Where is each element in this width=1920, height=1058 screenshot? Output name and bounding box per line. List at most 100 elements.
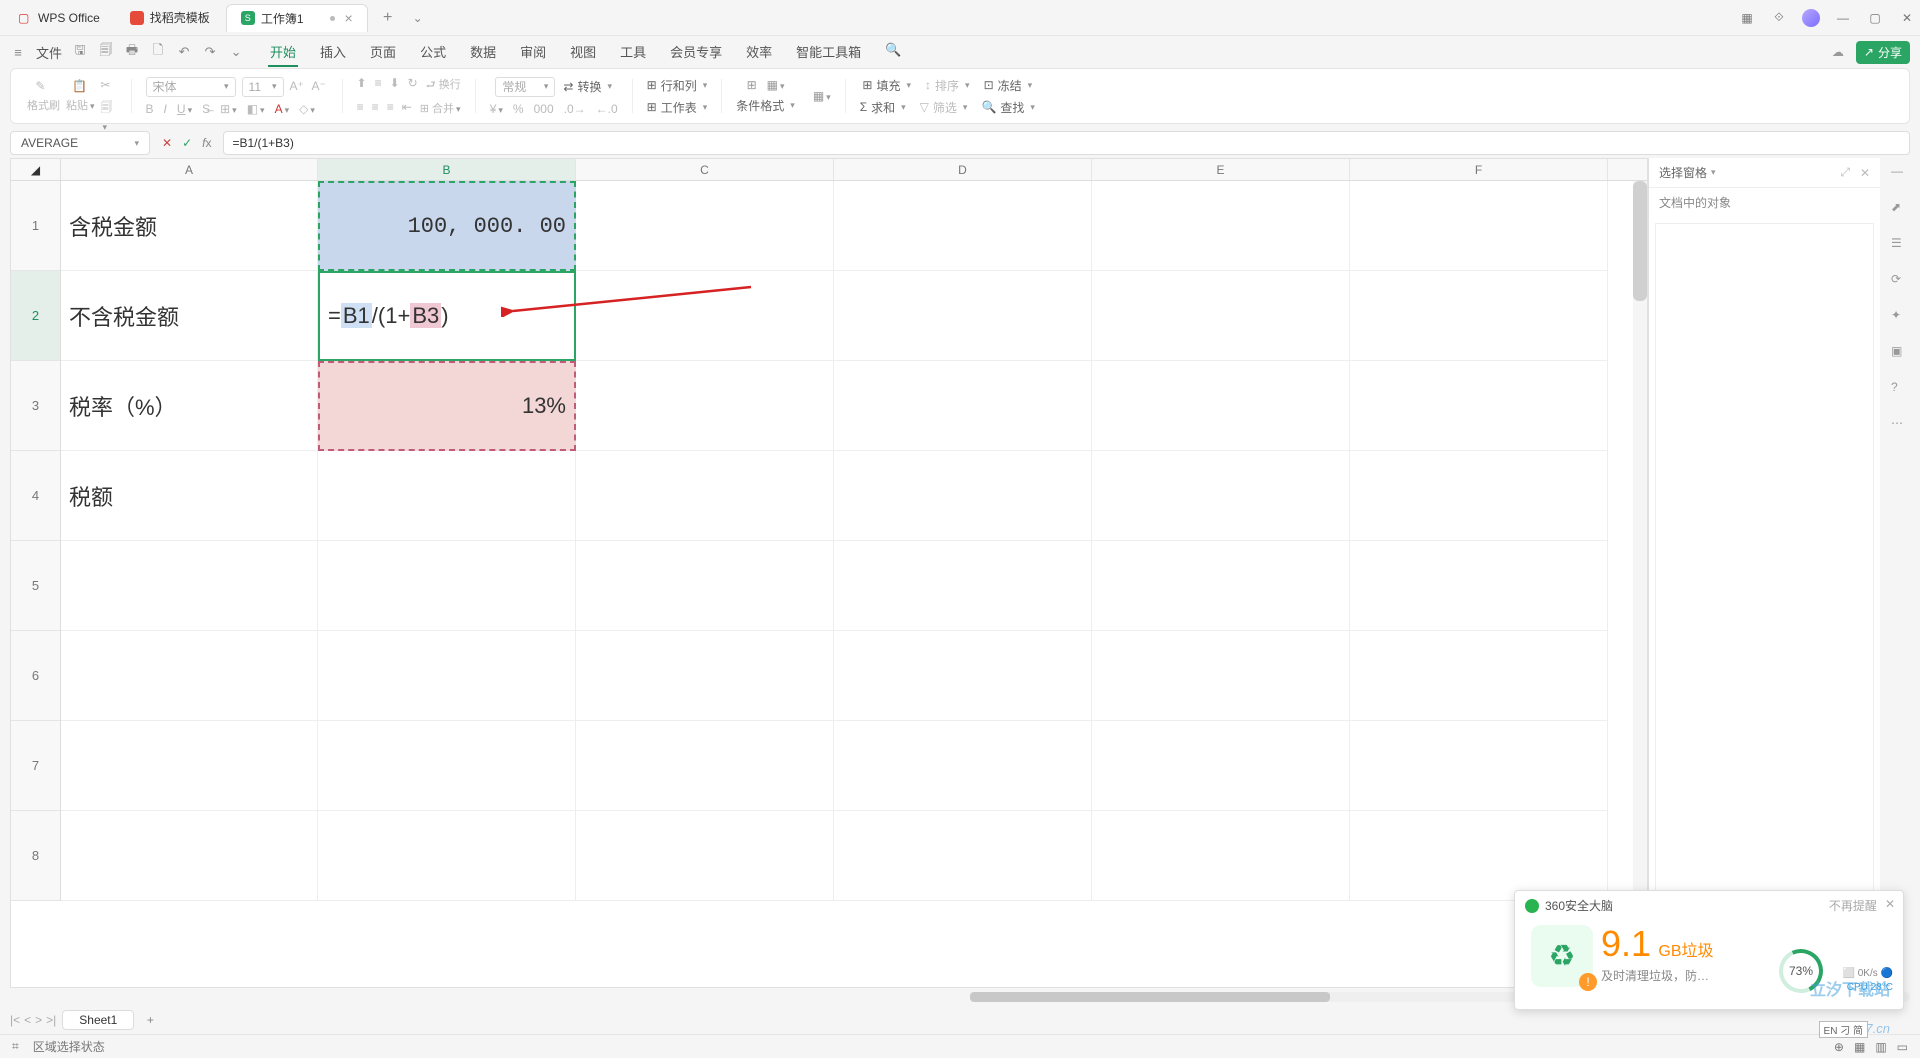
- dec-dec-icon[interactable]: ←.0: [596, 102, 618, 116]
- print-icon[interactable]: 🖶: [124, 44, 140, 60]
- percent-icon[interactable]: %: [513, 102, 524, 116]
- col-head-b[interactable]: B: [318, 159, 576, 180]
- cell-e2[interactable]: [1092, 271, 1350, 361]
- fill-color-icon[interactable]: ◧▾: [247, 102, 265, 116]
- tab-close-icon[interactable]: ×: [345, 10, 353, 26]
- cell-e4[interactable]: [1092, 451, 1350, 541]
- cond-format-button[interactable]: 条件格式▾: [736, 97, 795, 114]
- cell-e3[interactable]: [1092, 361, 1350, 451]
- row-head-1[interactable]: 1: [11, 181, 60, 271]
- filter-button[interactable]: ▽ 筛选▾: [920, 99, 968, 116]
- menu-view[interactable]: 视图: [568, 38, 598, 67]
- currency-icon[interactable]: ¥▾: [490, 102, 503, 116]
- cell-a6[interactable]: [61, 631, 318, 721]
- cell-b3[interactable]: 13%: [318, 361, 576, 451]
- row-head-3[interactable]: 3: [11, 361, 60, 451]
- underline-icon[interactable]: U▾: [177, 102, 192, 116]
- row-head-6[interactable]: 6: [11, 631, 60, 721]
- menu-search-icon[interactable]: 🔍: [883, 38, 903, 67]
- hscroll-thumb[interactable]: [970, 992, 1330, 1002]
- file-menu[interactable]: 文件: [36, 43, 62, 62]
- menu-formula[interactable]: 公式: [418, 38, 448, 67]
- template-tab[interactable]: 找稻壳模板: [116, 4, 224, 32]
- italic-icon[interactable]: I: [164, 102, 167, 116]
- align-center-icon[interactable]: ≡: [372, 100, 379, 116]
- table-style-icon[interactable]: ⊞: [747, 78, 757, 92]
- align-right-icon[interactable]: ≡: [387, 100, 394, 116]
- clear-format-icon[interactable]: ◇▾: [299, 102, 315, 116]
- cell-d4[interactable]: [834, 451, 1092, 541]
- menu-start[interactable]: 开始: [268, 38, 298, 67]
- cell-c7[interactable]: [576, 721, 834, 811]
- cell-a2[interactable]: 不含税金额: [61, 271, 318, 361]
- cell-c6[interactable]: [576, 631, 834, 721]
- cell-style-icon[interactable]: ▦▾: [767, 78, 785, 92]
- save-as-icon[interactable]: 🗐: [98, 44, 114, 60]
- view-page-icon[interactable]: ▥: [1875, 1040, 1886, 1054]
- menu-icon[interactable]: ≡: [10, 44, 26, 60]
- row-head-5[interactable]: 5: [11, 541, 60, 631]
- close-pane-icon[interactable]: ✕: [1860, 166, 1870, 180]
- rowcol-button[interactable]: ⊞ 行和列▾: [647, 77, 708, 94]
- undo-icon[interactable]: ↶: [176, 44, 192, 60]
- select-all-corner[interactable]: ◢: [11, 159, 61, 180]
- cell-f8[interactable]: [1350, 811, 1608, 901]
- styles-icon[interactable]: ▦▾: [813, 89, 831, 103]
- cell-a5[interactable]: [61, 541, 318, 631]
- bold-icon[interactable]: B: [146, 102, 154, 116]
- fx-icon[interactable]: fx: [202, 136, 211, 150]
- sheet-tab-1[interactable]: Sheet1: [62, 1010, 134, 1030]
- popup-dont-remind[interactable]: 不再提醒: [1829, 897, 1877, 914]
- col-head-e[interactable]: E: [1092, 159, 1350, 180]
- cell-d7[interactable]: [834, 721, 1092, 811]
- tab-list-button[interactable]: ⌄: [406, 6, 430, 30]
- cell-c5[interactable]: [576, 541, 834, 631]
- popup-close-icon[interactable]: ✕: [1885, 897, 1895, 914]
- sum-button[interactable]: Σ 求和▾: [860, 99, 906, 116]
- sort-button[interactable]: ↕ 排序▾: [925, 77, 970, 94]
- indent-icon[interactable]: ⇤: [402, 100, 412, 116]
- cell-b4[interactable]: [318, 451, 576, 541]
- font-size-select[interactable]: 11▾: [242, 77, 284, 97]
- row-head-7[interactable]: 7: [11, 721, 60, 811]
- formula-input[interactable]: =B1/(1+B3): [223, 131, 1910, 155]
- add-sheet-button[interactable]: +: [140, 1010, 160, 1030]
- row-head-2[interactable]: 2: [11, 271, 60, 361]
- cell-b8[interactable]: [318, 811, 576, 901]
- view-normal-icon[interactable]: ▦: [1854, 1040, 1865, 1054]
- cell-e6[interactable]: [1092, 631, 1350, 721]
- cell-c3[interactable]: [576, 361, 834, 451]
- cell-b6[interactable]: [318, 631, 576, 721]
- cube-icon[interactable]: ⟐: [1770, 9, 1788, 27]
- refresh-icon[interactable]: ⟳: [1891, 272, 1909, 290]
- find-button[interactable]: 🔍 查找▾: [981, 99, 1035, 116]
- menu-data[interactable]: 数据: [468, 38, 498, 67]
- menu-member[interactable]: 会员专享: [668, 38, 724, 67]
- cell-f1[interactable]: [1350, 181, 1608, 271]
- col-head-f[interactable]: F: [1350, 159, 1608, 180]
- comma-icon[interactable]: 000: [534, 102, 554, 116]
- sheet-nav-first-icon[interactable]: |<: [10, 1013, 20, 1027]
- increase-font-icon[interactable]: A⁺: [290, 79, 306, 95]
- cell-a7[interactable]: [61, 721, 318, 811]
- cell-f4[interactable]: [1350, 451, 1608, 541]
- new-tab-button[interactable]: +: [376, 6, 400, 30]
- scroll-thumb[interactable]: [1633, 181, 1647, 301]
- cell-c8[interactable]: [576, 811, 834, 901]
- view-target-icon[interactable]: ⊕: [1834, 1040, 1844, 1054]
- vertical-scrollbar[interactable]: [1633, 181, 1647, 987]
- freeze-button[interactable]: ⊡ 冻结▾: [984, 77, 1033, 94]
- cell-f3[interactable]: [1350, 361, 1608, 451]
- cell-f6[interactable]: [1350, 631, 1608, 721]
- workbook-tab[interactable]: S 工作簿1 ×: [226, 4, 368, 32]
- menu-review[interactable]: 审阅: [518, 38, 548, 67]
- cell-b2[interactable]: =B1/(1+B3): [318, 271, 576, 361]
- number-format-select[interactable]: 常规▾: [495, 77, 555, 97]
- accept-formula-icon[interactable]: ✓: [182, 136, 192, 150]
- cell-a3[interactable]: 税率（%）: [61, 361, 318, 451]
- select-tool-icon[interactable]: ⬈: [1891, 200, 1909, 218]
- wrap-text-button[interactable]: ⮐ 换行: [426, 76, 461, 95]
- grid-icon[interactable]: ▦: [1738, 9, 1756, 27]
- decrease-font-icon[interactable]: A⁻: [312, 79, 328, 95]
- close-window-button[interactable]: ✕: [1898, 9, 1916, 27]
